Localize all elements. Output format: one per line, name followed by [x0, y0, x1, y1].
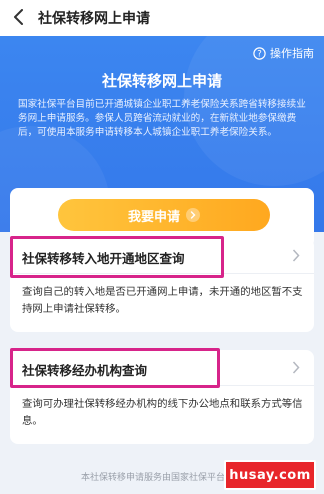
item-description: 查询可办理社保转移经办机构的线下办公地点和联系方式等信息。 — [22, 398, 303, 427]
watermark-logo: husay.com — [224, 460, 316, 490]
apply-button-label: 我要申请 — [127, 209, 180, 225]
guide-label: 操作指南 — [270, 47, 314, 60]
chevron-right-icon — [292, 361, 300, 374]
help-icon: ? — [253, 46, 266, 60]
item-description: 查询自己的转入地是否已开通网上申请，未开通的地区暂不支持网上申请社保转移。 — [22, 286, 303, 315]
page-title: 社保转移网上申请 — [38, 11, 150, 27]
chevron-right-icon — [292, 249, 300, 262]
apply-button[interactable]: 我要申请 — [58, 199, 270, 231]
hero-description: 国家社保平台目前已开通城镇企业职工养老保险关系跨省转移接续业务网上申请服务。参保… — [18, 99, 306, 138]
nav-bar: 社保转移网上申请 — [0, 0, 324, 36]
back-icon[interactable] — [8, 6, 30, 28]
guide-link[interactable]: ? 操作指南 — [253, 45, 314, 61]
highlight-box — [10, 348, 220, 388]
svg-text:?: ? — [257, 49, 262, 59]
arrow-right-icon — [186, 208, 200, 222]
hero-title: 社保转移网上申请 — [101, 72, 222, 90]
highlight-box — [10, 236, 224, 278]
